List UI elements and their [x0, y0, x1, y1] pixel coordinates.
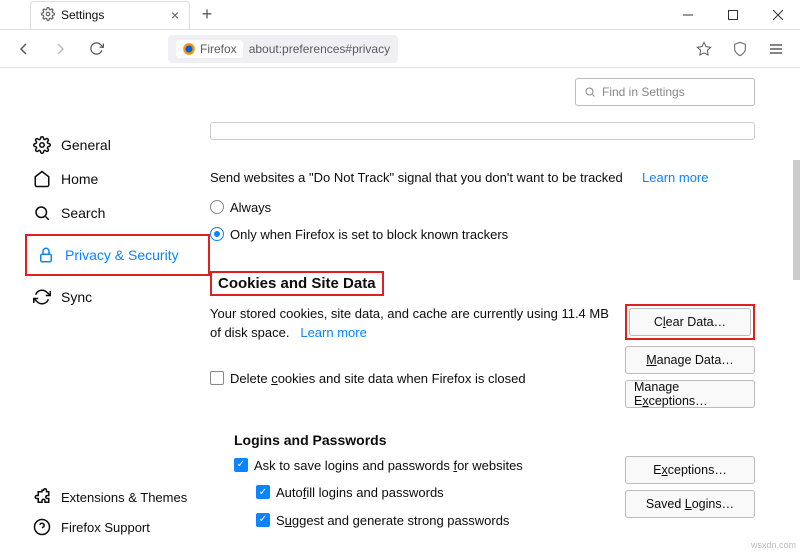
- identity-label: Firefox: [200, 42, 237, 56]
- sidebar: General Home Search Privacy & Security S…: [0, 68, 210, 552]
- search-icon: [33, 204, 51, 222]
- manage-exceptions-button[interactable]: Manage Exceptions…: [625, 380, 755, 408]
- toolbar: Firefox about:preferences#privacy: [0, 30, 800, 68]
- sync-icon: [33, 288, 51, 306]
- browser-tab[interactable]: Settings ×: [30, 1, 190, 29]
- help-icon: [33, 518, 51, 536]
- url-bar[interactable]: Firefox about:preferences#privacy: [168, 35, 398, 63]
- checkbox-suggest[interactable]: ✓: [256, 513, 270, 527]
- sidebar-label: Search: [61, 205, 105, 221]
- radio-always-label: Always: [230, 198, 271, 218]
- sidebar-label: Extensions & Themes: [61, 490, 187, 505]
- reload-button[interactable]: [82, 35, 110, 63]
- dnt-text: Send websites a "Do Not Track" signal th…: [210, 168, 623, 188]
- highlight-box-clear: Clear Data…: [625, 304, 755, 340]
- saved-logins-button[interactable]: Saved Logins…: [625, 490, 755, 518]
- firefox-icon: [182, 42, 196, 56]
- checkbox-ask-save[interactable]: ✓: [234, 458, 248, 472]
- section-title-logins: Logins and Passwords: [234, 432, 755, 448]
- minimize-button[interactable]: [665, 0, 710, 30]
- watermark: wsxdn.com: [751, 540, 796, 550]
- menu-button[interactable]: [762, 35, 790, 63]
- search-icon: [584, 86, 596, 98]
- shield-icon[interactable]: [726, 35, 754, 63]
- url-text: about:preferences#privacy: [249, 42, 390, 56]
- learn-more-link[interactable]: Learn more: [642, 168, 708, 188]
- close-window-button[interactable]: [755, 0, 800, 30]
- checkbox-ask-save-label: Ask to save logins and passwords for web…: [254, 456, 523, 476]
- maximize-button[interactable]: [710, 0, 755, 30]
- search-placeholder: Find in Settings: [602, 85, 685, 99]
- radio-always[interactable]: [210, 200, 224, 214]
- sidebar-item-search[interactable]: Search: [25, 196, 210, 230]
- sidebar-item-general[interactable]: General: [25, 128, 210, 162]
- titlebar: Settings × +: [0, 0, 800, 30]
- bookmark-star-icon[interactable]: [690, 35, 718, 63]
- sidebar-label: Privacy & Security: [65, 247, 179, 263]
- back-button[interactable]: [10, 35, 38, 63]
- sidebar-label: Home: [61, 171, 98, 187]
- gear-icon: [33, 136, 51, 154]
- radio-only-known[interactable]: [210, 227, 224, 241]
- learn-more-link[interactable]: Learn more: [300, 325, 366, 340]
- sidebar-label: Sync: [61, 289, 92, 305]
- textbox[interactable]: [210, 122, 755, 140]
- checkbox-delete-on-close[interactable]: [210, 371, 224, 385]
- window-controls: [665, 0, 800, 30]
- checkbox-suggest-label: Suggest and generate strong passwords: [276, 511, 509, 531]
- sidebar-item-support[interactable]: Firefox Support: [25, 512, 210, 542]
- gear-icon: [41, 7, 55, 24]
- sidebar-label: General: [61, 137, 111, 153]
- highlight-box-sidebar: Privacy & Security: [25, 234, 210, 276]
- scrollbar[interactable]: [793, 160, 800, 280]
- home-icon: [33, 170, 51, 188]
- main-panel: Find in Settings Send websites a "Do Not…: [210, 68, 800, 552]
- checkbox-autofill-label: Autofill logins and passwords: [276, 483, 444, 503]
- section-title-cookies: Cookies and Site Data: [218, 275, 376, 292]
- sidebar-label: Firefox Support: [61, 520, 150, 535]
- identity-box[interactable]: Firefox: [176, 40, 243, 58]
- puzzle-icon: [33, 488, 51, 506]
- forward-button[interactable]: [46, 35, 74, 63]
- checkbox-delete-label: Delete cookies and site data when Firefo…: [230, 369, 526, 389]
- sidebar-item-privacy[interactable]: Privacy & Security: [29, 238, 206, 272]
- checkbox-autofill[interactable]: ✓: [256, 485, 270, 499]
- clear-data-button[interactable]: Clear Data…: [629, 308, 751, 336]
- radio-only-known-label: Only when Firefox is set to block known …: [230, 225, 508, 245]
- cookies-desc: Your stored cookies, site data, and cach…: [210, 306, 609, 341]
- close-tab-icon[interactable]: ×: [171, 7, 179, 23]
- search-input[interactable]: Find in Settings: [575, 78, 755, 106]
- sidebar-item-home[interactable]: Home: [25, 162, 210, 196]
- tab-title: Settings: [61, 8, 104, 22]
- lock-icon: [37, 246, 55, 264]
- sidebar-item-extensions[interactable]: Extensions & Themes: [25, 482, 210, 512]
- sidebar-item-sync[interactable]: Sync: [25, 280, 210, 314]
- highlight-box-title: Cookies and Site Data: [210, 271, 384, 296]
- new-tab-button[interactable]: +: [194, 2, 220, 28]
- manage-data-button[interactable]: Manage Data…: [625, 346, 755, 374]
- logins-exceptions-button[interactable]: Exceptions…: [625, 456, 755, 484]
